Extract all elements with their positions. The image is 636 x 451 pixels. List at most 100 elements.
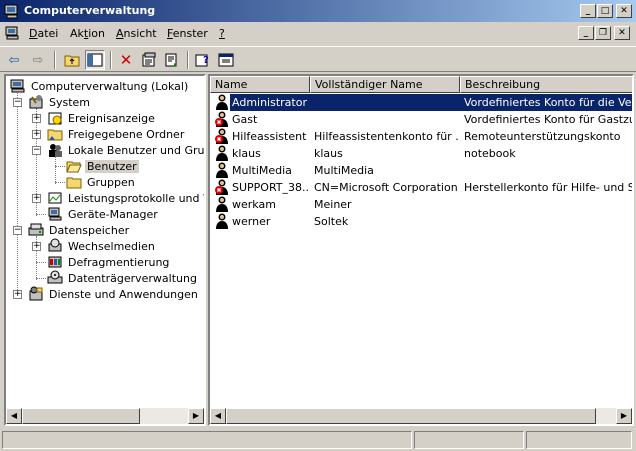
delete-button[interactable]: ✕ xyxy=(116,50,136,70)
toolbar-separator xyxy=(110,51,112,69)
maximize-button[interactable]: □ xyxy=(597,4,613,18)
users-list[interactable]: Name Vollständiger Name Beschreibung Adm… xyxy=(208,74,634,426)
tree-node-lokale-benutzer[interactable]: Lokale Benutzer und Gruppe xyxy=(47,142,204,158)
table-row[interactable]: Administrator Vordefiniertes Konto für di… xyxy=(210,94,632,111)
close-button[interactable]: ✕ xyxy=(616,4,632,18)
view-button[interactable] xyxy=(216,50,236,70)
tree-node-leistungsprotokolle[interactable]: Leistungsprotokolle und War xyxy=(47,190,204,206)
scroll-left-button[interactable]: ◀ xyxy=(210,408,226,424)
user-name-text: SUPPORT_38... xyxy=(232,181,310,194)
menu-ansicht[interactable]: Ansicht xyxy=(116,27,157,40)
tree-node-datenspeicher[interactable]: Datenspeicher xyxy=(28,222,131,238)
list-horizontal-scrollbar[interactable]: ◀ ▶ xyxy=(210,408,632,424)
expand-wechselmedien-toggle[interactable]: + xyxy=(32,242,41,251)
shared-folder-icon xyxy=(47,129,63,141)
tree-node-wechselmedien[interactable]: Wechselmedien xyxy=(47,238,157,254)
user-name-text: Administrator xyxy=(232,96,307,109)
scrollbar-thumb[interactable] xyxy=(226,408,596,424)
scroll-right-button[interactable]: ▶ xyxy=(616,408,632,424)
tree-line xyxy=(17,90,18,296)
arrow-right-icon: ⇨ xyxy=(32,52,44,68)
refresh-button[interactable] xyxy=(162,50,182,70)
tree-node-root[interactable]: Computerverwaltung (Lokal) xyxy=(10,78,190,94)
table-row[interactable]: MultiMedia MultiMedia xyxy=(210,162,632,179)
tree-node-gruppen[interactable]: Gruppen xyxy=(66,174,137,190)
tree-node-freigegebene-ordner[interactable]: Freigegebene Ordner xyxy=(47,126,186,142)
cell-fullname: MultiMedia xyxy=(314,164,374,177)
cell-name: werner xyxy=(232,215,310,228)
user-name-text: werner xyxy=(232,215,271,228)
mdi-restore-button[interactable]: ❐ xyxy=(595,26,611,40)
console-tree[interactable]: Computerverwaltung (Lokal) − System + Er… xyxy=(4,74,206,426)
show-hide-tree-button[interactable] xyxy=(85,50,105,70)
event-viewer-icon xyxy=(48,112,62,125)
cell-description: Remoteunterstützungskonto xyxy=(464,130,621,143)
cell-fullname: Soltek xyxy=(314,215,349,228)
cell-name: Hilfeassistent xyxy=(232,130,310,143)
menu-datei[interactable]: Datei xyxy=(29,27,58,40)
user-name-text: MultiMedia xyxy=(232,164,292,177)
table-row[interactable]: SUPPORT_38... CN=Microsoft Corporation...… xyxy=(210,179,632,196)
tree-node-system[interactable]: System xyxy=(28,94,92,110)
menu-fenster[interactable]: Fenster xyxy=(167,27,208,40)
close-icon: ✕ xyxy=(618,28,626,38)
expand-leistungsprotokolle-toggle[interactable]: + xyxy=(32,194,41,203)
disk-management-icon xyxy=(47,270,63,284)
tree-node-datentraeger[interactable]: Datenträgerverwaltung xyxy=(47,270,199,286)
mdi-minimize-button[interactable]: _ xyxy=(578,26,594,40)
column-header-name[interactable]: Name xyxy=(210,76,310,93)
collapse-datenspeicher-toggle[interactable]: − xyxy=(13,226,22,235)
tree-line xyxy=(36,262,46,263)
arrow-left-icon: ⇦ xyxy=(8,52,20,68)
mdi-close-button[interactable]: ✕ xyxy=(614,26,630,40)
tree-node-defragmentierung[interactable]: Defragmentierung xyxy=(47,254,171,270)
collapse-lokale-benutzer-toggle[interactable]: − xyxy=(32,146,41,155)
cell-name: Gast xyxy=(232,113,310,126)
performance-logs-icon xyxy=(48,192,62,204)
user-name-text: klaus xyxy=(232,147,261,160)
tree-node-dienste[interactable]: Dienste und Anwendungen xyxy=(28,286,200,302)
menu-help[interactable]: ? xyxy=(219,27,225,40)
mmc-document-icon[interactable] xyxy=(5,25,21,41)
back-button[interactable]: ⇦ xyxy=(4,50,24,70)
cell-name: SUPPORT_38... xyxy=(232,181,310,194)
table-row[interactable]: werkam Meiner xyxy=(210,196,632,213)
user-name-text: werkam xyxy=(232,198,276,211)
tree-horizontal-scrollbar[interactable]: ◀ ▶ xyxy=(6,408,204,424)
tree-node-ereignisanzeige[interactable]: Ereignisanzeige xyxy=(47,110,157,126)
tree-node-benutzer[interactable]: Benutzer xyxy=(66,158,139,174)
properties-button[interactable] xyxy=(139,50,159,70)
help-button[interactable]: ? xyxy=(193,50,213,70)
arrow-left-small-icon: ◀ xyxy=(214,411,222,420)
folder-open-icon xyxy=(66,161,82,173)
up-level-button[interactable] xyxy=(62,50,82,70)
table-row[interactable]: Gast Vordefiniertes Konto für Gastzugrif xyxy=(210,111,632,128)
minimize-button[interactable]: _ xyxy=(580,4,596,18)
cell-fullname: Hilfeassistentenkonto für ... xyxy=(314,130,458,143)
cell-name: klaus xyxy=(232,147,310,160)
table-row[interactable]: Hilfeassistent Hilfeassistentenkonto für … xyxy=(210,128,632,145)
tree-node-geraete-manager[interactable]: Geräte-Manager xyxy=(47,206,160,222)
cell-name: MultiMedia xyxy=(232,164,310,177)
forward-button[interactable]: ⇨ xyxy=(28,50,48,70)
scroll-right-button[interactable]: ▶ xyxy=(188,408,204,424)
menu-aktion[interactable]: Aktion xyxy=(70,27,105,40)
arrow-right-small-icon: ▶ xyxy=(192,411,200,420)
cell-name: werkam xyxy=(232,198,310,211)
collapse-system-toggle[interactable]: − xyxy=(13,98,22,107)
status-bar xyxy=(0,429,636,451)
expand-freigegebene-toggle[interactable]: + xyxy=(32,130,41,139)
column-header-fullname[interactable]: Vollständiger Name xyxy=(310,76,460,93)
cell-fullname: klaus xyxy=(314,147,343,160)
expand-dienste-toggle[interactable]: + xyxy=(13,290,22,299)
user-icon xyxy=(216,162,228,178)
export-list-icon xyxy=(165,53,177,67)
user-icon xyxy=(216,196,228,212)
scroll-left-button[interactable]: ◀ xyxy=(6,408,22,424)
column-header-description[interactable]: Beschreibung xyxy=(460,76,632,93)
scrollbar-thumb[interactable] xyxy=(22,408,140,424)
table-row[interactable]: werner Soltek xyxy=(210,213,632,230)
expand-ereignisanzeige-toggle[interactable]: + xyxy=(32,114,41,123)
cell-description: notebook xyxy=(464,147,516,160)
table-row[interactable]: klaus klaus notebook xyxy=(210,145,632,162)
